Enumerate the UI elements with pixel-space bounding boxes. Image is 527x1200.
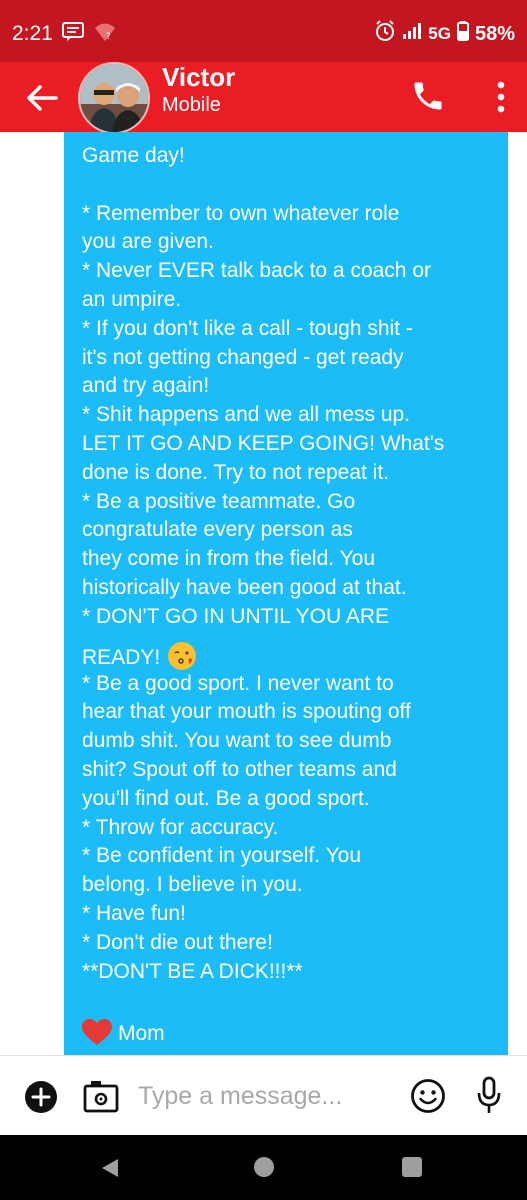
avatar[interactable] bbox=[78, 62, 150, 134]
wifi-question-icon: ? bbox=[94, 22, 116, 47]
message-line: done is done. Try to not repeat it. bbox=[82, 460, 390, 484]
message-notification-icon bbox=[62, 22, 84, 47]
message-line: belong. I believe in you. bbox=[82, 873, 303, 897]
alarm-icon bbox=[374, 20, 396, 48]
more-options-button[interactable] bbox=[486, 76, 516, 118]
triangle-back-icon bbox=[102, 1159, 118, 1177]
message-line: * DON'T GO IN UNTIL YOU ARE bbox=[82, 604, 390, 628]
ready-text: READY! bbox=[82, 645, 161, 669]
message-line: Game day! bbox=[82, 144, 185, 167]
message-line: congratulate every person as bbox=[82, 518, 353, 542]
message-line: * Never EVER talk back to a coach or bbox=[82, 259, 431, 283]
emoji-button[interactable] bbox=[410, 1078, 446, 1114]
message-line: * Remember to own whatever role bbox=[82, 201, 400, 225]
network-type: 5G bbox=[428, 24, 451, 43]
back-arrow-icon bbox=[27, 85, 58, 111]
message-line: they come in from the field. You bbox=[82, 547, 376, 571]
phone-icon bbox=[414, 82, 442, 110]
more-vert-icon bbox=[497, 81, 505, 113]
app-bar: Victor Mobile bbox=[0, 62, 527, 134]
status-time: 2:21 bbox=[12, 22, 53, 45]
message-line: * Throw for accuracy. bbox=[82, 815, 279, 839]
call-button[interactable] bbox=[410, 78, 446, 114]
message-line: * Shit happens and we all mess up. bbox=[82, 403, 411, 427]
message-line: **DON'T BE A DICK!!!** bbox=[82, 959, 303, 983]
message-line: and try again! bbox=[82, 374, 210, 398]
message-line: * Be a positive teammate. Go bbox=[82, 489, 356, 513]
microphone-icon bbox=[477, 1076, 501, 1113]
status-right-icons: 5G 58% bbox=[374, 20, 515, 48]
battery-icon bbox=[456, 21, 469, 47]
message-line: * Have fun! bbox=[82, 901, 186, 925]
status-left-icons: ? bbox=[62, 22, 116, 47]
battery-percent: 58% bbox=[474, 22, 515, 45]
svg-text:?: ? bbox=[106, 32, 111, 42]
message-composer bbox=[0, 1055, 527, 1135]
conversation[interactable]: Game day! * Remember to own whatever rol… bbox=[0, 132, 527, 1055]
plus-circle-icon bbox=[25, 1081, 57, 1113]
message-bubble[interactable]: Game day! * Remember to own whatever rol… bbox=[64, 132, 508, 1055]
message-line: an umpire. bbox=[82, 287, 182, 311]
system-navigation-bar bbox=[0, 1135, 527, 1200]
kissing-face-emoji-icon bbox=[168, 641, 197, 670]
message-signature-line: Mom bbox=[82, 1015, 490, 1049]
signal-icon bbox=[402, 22, 422, 46]
message-line: you are given. bbox=[82, 230, 214, 254]
camera-icon bbox=[83, 1081, 119, 1113]
signature-text: Mom bbox=[118, 1022, 165, 1046]
message-line: historically have been good at that. bbox=[82, 575, 407, 599]
message-line: * Be confident in yourself. You bbox=[82, 844, 362, 868]
message-line: dumb shit. You want to see dumb bbox=[82, 729, 392, 753]
contact-name: Victor bbox=[162, 62, 236, 92]
message-line: * Don't die out there! bbox=[82, 930, 273, 954]
red-heart-icon bbox=[82, 1019, 112, 1055]
smiley-icon bbox=[411, 1079, 445, 1113]
add-attachment-button[interactable] bbox=[24, 1080, 58, 1114]
message-line: LET IT GO AND KEEP GOING! What's bbox=[82, 431, 445, 455]
message-line: * Be a good sport. I never want to bbox=[82, 671, 394, 695]
status-bar: 2:21 ? 5G 58% bbox=[0, 0, 527, 62]
message-line: * If you don't like a call - tough shit … bbox=[82, 316, 413, 340]
message-line: you'll find out. Be a good sport. bbox=[82, 786, 370, 810]
camera-button[interactable] bbox=[82, 1078, 120, 1114]
avatar-photo bbox=[80, 64, 148, 132]
voice-input-button[interactable] bbox=[476, 1076, 502, 1116]
message-line: hear that your mouth is spouting off bbox=[82, 700, 411, 724]
nav-back-button[interactable] bbox=[100, 1157, 120, 1184]
contact-subtitle: Mobile bbox=[162, 94, 221, 116]
nav-home-button[interactable] bbox=[254, 1157, 274, 1177]
message-input[interactable] bbox=[138, 1074, 388, 1118]
message-line-ready: READY! bbox=[82, 632, 490, 670]
back-button[interactable] bbox=[22, 78, 62, 118]
message-line: it's not getting changed - get ready bbox=[82, 345, 404, 369]
message-line: shit? Spout off to other teams and bbox=[82, 757, 397, 781]
nav-recents-button[interactable] bbox=[402, 1157, 422, 1177]
